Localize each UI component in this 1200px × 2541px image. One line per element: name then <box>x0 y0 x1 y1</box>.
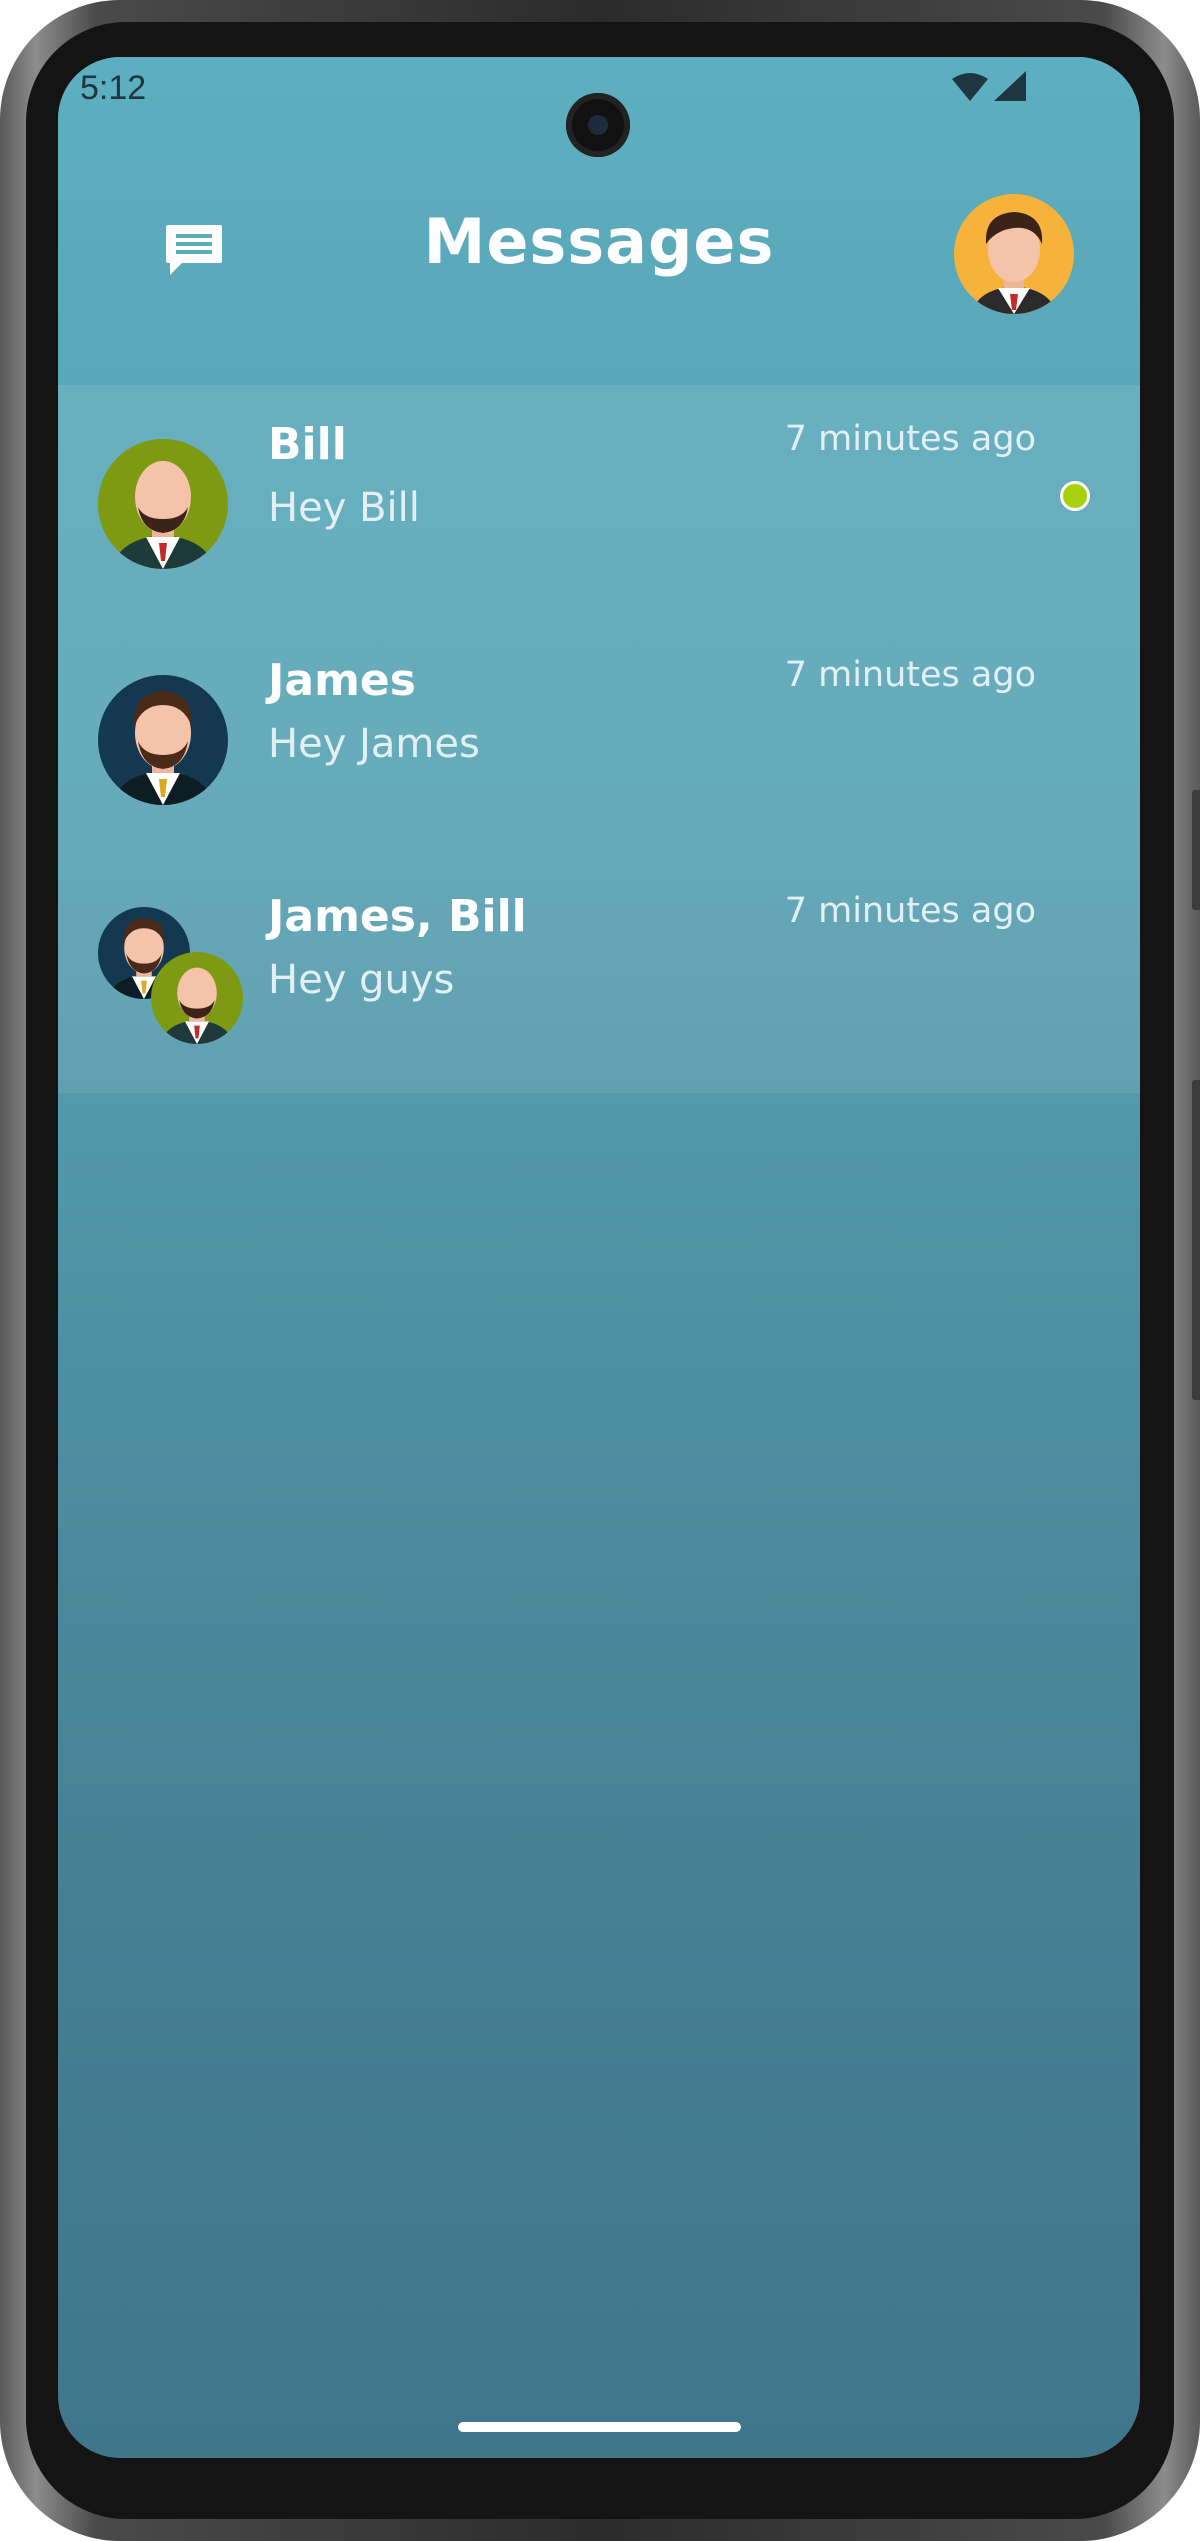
contact-name: James, Bill <box>268 891 527 942</box>
contact-name: James <box>268 655 416 706</box>
message-preview: Hey James <box>268 721 480 767</box>
message-preview: Hey guys <box>268 957 455 1003</box>
status-time: 5:12 <box>80 69 147 107</box>
message-time: 7 minutes ago <box>784 891 1036 931</box>
side-button <box>1192 790 1200 910</box>
user-avatar[interactable] <box>954 194 1074 314</box>
message-time: 7 minutes ago <box>784 655 1036 695</box>
front-camera <box>566 93 630 157</box>
phone-bezel: 5:12 Messages Bill Hey Bill 7 minutes ag… <box>26 22 1174 2519</box>
conversation-row-group[interactable]: James, Bill Hey guys 7 minutes ago <box>58 857 1140 1093</box>
screen: 5:12 Messages Bill Hey Bill 7 minutes ag… <box>58 57 1140 2458</box>
volume-button <box>1192 1080 1200 1400</box>
signal-icon <box>994 71 1026 101</box>
unread-indicator <box>1060 481 1090 511</box>
conversation-row-bill[interactable]: Bill Hey Bill 7 minutes ago <box>58 385 1140 621</box>
james-avatar <box>98 675 228 805</box>
message-preview: Hey Bill <box>268 485 420 531</box>
bill-avatar <box>98 439 228 569</box>
status-icons <box>950 69 1030 109</box>
wifi-icon <box>952 73 988 101</box>
app-header: 5:12 Messages <box>58 57 1140 385</box>
home-indicator[interactable] <box>458 2422 741 2432</box>
message-time: 7 minutes ago <box>784 419 1036 459</box>
conversation-row-james[interactable]: James Hey James 7 minutes ago <box>58 621 1140 857</box>
phone-frame: 5:12 Messages Bill Hey Bill 7 minutes ag… <box>0 0 1200 2541</box>
contact-name: Bill <box>268 419 347 470</box>
conversation-list: Bill Hey Bill 7 minutes ago James Hey Ja… <box>58 385 1140 1093</box>
bill-avatar <box>151 952 243 1044</box>
